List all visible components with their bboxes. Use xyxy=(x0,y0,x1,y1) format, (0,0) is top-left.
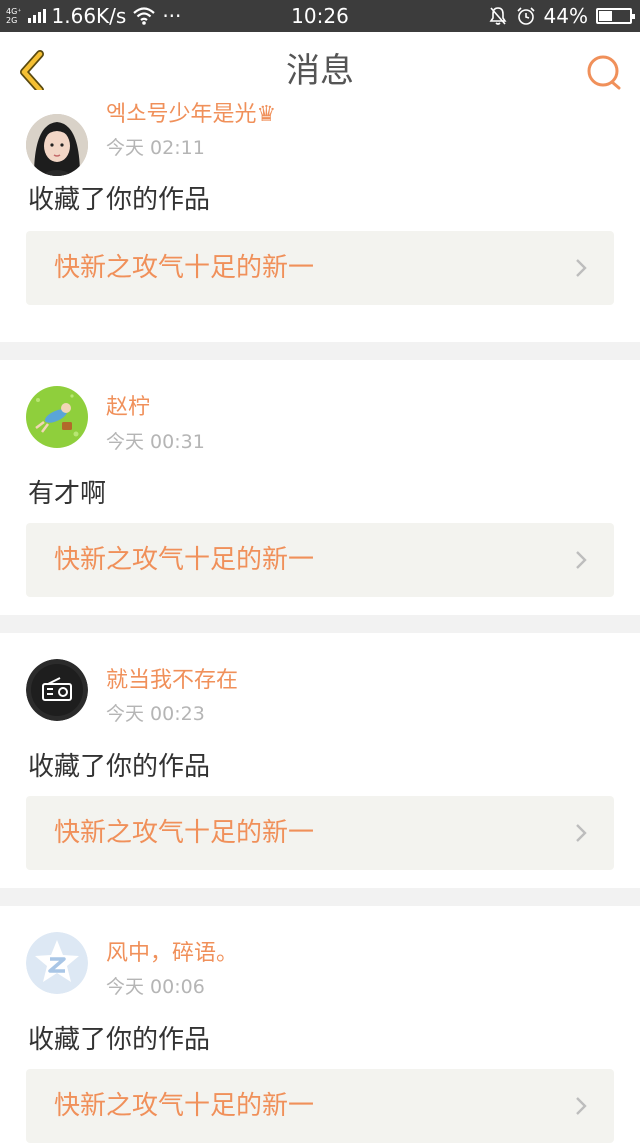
work-title: 快新之攻气十足的新一 xyxy=(54,818,315,848)
alarm-icon xyxy=(516,7,535,25)
message-time: 今天 00:06 xyxy=(106,976,205,998)
work-title: 快新之攻气十足的新一 xyxy=(54,1091,315,1121)
message-card: 赵柠 今天 00:31 有才啊 快新之攻气十足的新一 xyxy=(0,360,640,615)
work-link[interactable]: 快新之攻气十足的新一 xyxy=(26,231,614,305)
work-link[interactable]: 快新之攻气十足的新一 xyxy=(26,523,614,597)
message-text: 收藏了你的作品 xyxy=(28,1025,211,1055)
user-avatar[interactable] xyxy=(26,386,88,448)
user-avatar[interactable] xyxy=(26,659,88,721)
search-button[interactable] xyxy=(584,52,624,92)
message-card: 就当我不存在 今天 00:23 收藏了你的作品 快新之攻气十足的新一 xyxy=(0,633,640,888)
status-right: 44% xyxy=(488,0,635,32)
status-bar: 4G⁺ 2G 1.66K/s ··· 10:26 44% xyxy=(0,0,640,32)
message-time: 今天 00:31 xyxy=(106,431,205,453)
battery-fill xyxy=(599,11,613,21)
search-icon xyxy=(587,55,621,90)
message-text: 收藏了你的作品 xyxy=(28,752,211,782)
cartoon-avatar-icon xyxy=(26,386,88,448)
work-title: 快新之攻气十足的新一 xyxy=(54,545,315,575)
message-text: 收藏了你的作品 xyxy=(28,185,211,215)
work-link[interactable]: 快新之攻气十足的新一 xyxy=(26,796,614,870)
photo-avatar-icon xyxy=(26,114,88,176)
user-name[interactable]: 就当我不存在 xyxy=(106,662,238,694)
user-avatar[interactable] xyxy=(26,114,88,176)
chevron-right-icon xyxy=(576,824,587,842)
chevron-right-icon xyxy=(576,551,587,569)
work-link[interactable]: 快新之攻气十足的新一 xyxy=(26,1069,614,1143)
message-card: 风中，碎语。 今天 00:06 收藏了你的作品 快新之攻气十足的新一 xyxy=(0,906,640,1146)
qzone-avatar-icon xyxy=(26,932,88,994)
chevron-right-icon xyxy=(576,259,587,277)
user-name[interactable]: 赵柠 xyxy=(106,389,150,421)
mute-bell-icon xyxy=(489,7,507,25)
message-text: 有才啊 xyxy=(28,479,107,509)
battery-percent: 44% xyxy=(543,4,588,28)
radio-avatar-icon xyxy=(26,659,88,721)
user-avatar[interactable] xyxy=(26,932,88,994)
message-time: 今天 00:23 xyxy=(106,703,205,725)
work-title: 快新之攻气十足的新一 xyxy=(54,253,315,283)
message-time: 今天 02:11 xyxy=(106,137,205,159)
battery-icon xyxy=(596,8,635,24)
chevron-right-icon xyxy=(576,1097,587,1115)
user-name[interactable]: 风中，碎语。 xyxy=(106,935,238,967)
user-name[interactable]: 엑소号少年是光♛ xyxy=(106,96,276,128)
message-card: 엑소号少年是光♛ 今天 02:11 收藏了你的作品 快新之攻气十足的新一 xyxy=(0,90,640,342)
